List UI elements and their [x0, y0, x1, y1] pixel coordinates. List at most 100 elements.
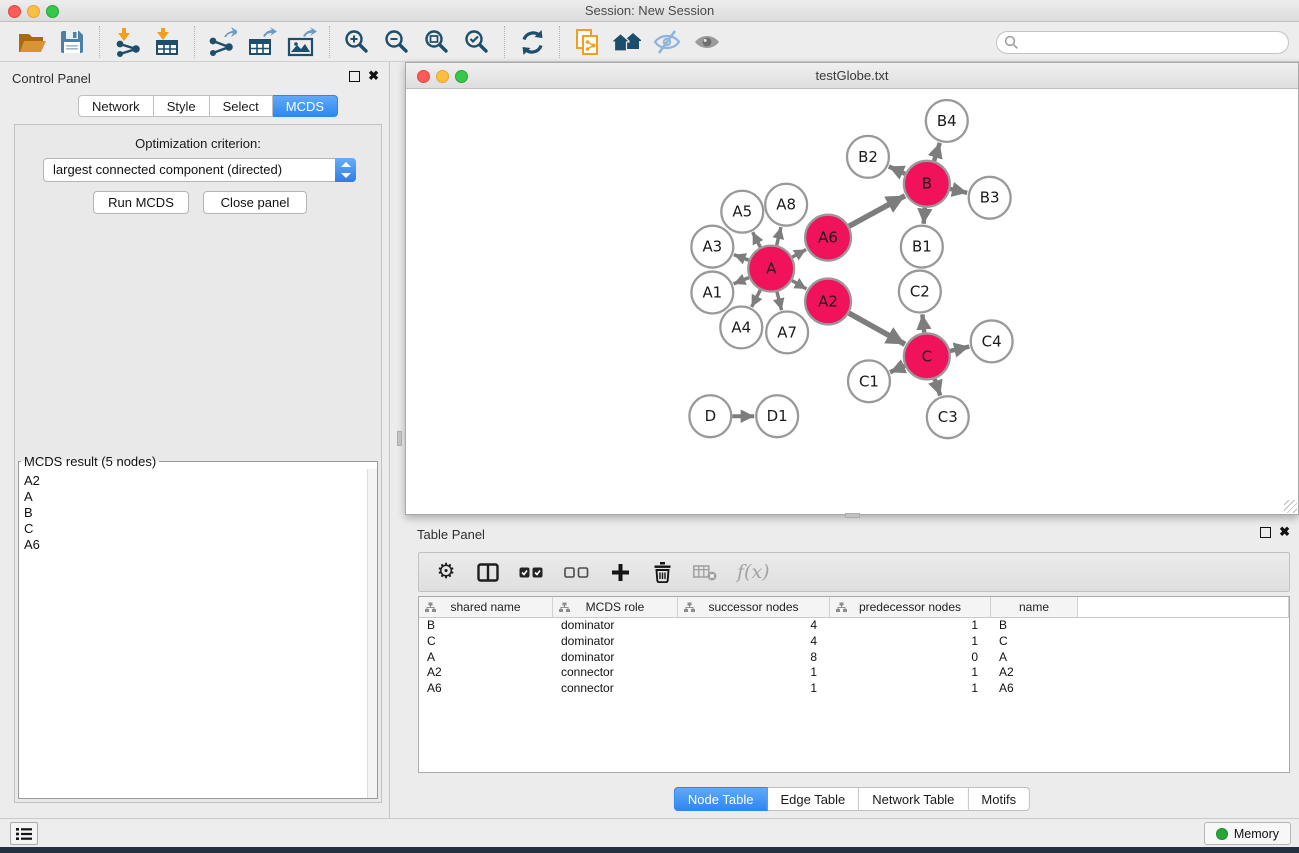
- cell-mcds-role[interactable]: dominator: [553, 618, 678, 634]
- node-C2[interactable]: C2: [899, 271, 941, 313]
- function-builder-icon[interactable]: f(x): [737, 559, 770, 585]
- split-pane-handle-horizontal[interactable]: [845, 513, 860, 518]
- cell-shared-name[interactable]: B: [419, 618, 553, 634]
- zoom-in-icon[interactable]: [337, 25, 377, 59]
- cell-shared-name[interactable]: A: [419, 650, 553, 666]
- cell-predecessor-nodes[interactable]: 1: [830, 665, 991, 681]
- sort-column-icon[interactable]: [836, 602, 847, 613]
- node-A6[interactable]: A6: [805, 215, 851, 261]
- cell-predecessor-nodes[interactable]: 1: [830, 618, 991, 634]
- select-all-icon[interactable]: [519, 559, 544, 585]
- export-network-icon[interactable]: [202, 25, 242, 59]
- cell-successor-nodes[interactable]: 4: [678, 634, 830, 650]
- edge-B-B3[interactable]: [950, 189, 967, 193]
- edge-B-B2[interactable]: [889, 166, 905, 173]
- cell-successor-nodes[interactable]: 8: [678, 650, 830, 666]
- cell-predecessor-nodes[interactable]: 1: [830, 681, 991, 697]
- import-network-icon[interactable]: [107, 25, 147, 59]
- cell-predecessor-nodes[interactable]: 0: [830, 650, 991, 666]
- cell-mcds-role[interactable]: connector: [553, 665, 678, 681]
- tab-node-table[interactable]: Node Table: [674, 787, 768, 811]
- cell-successor-nodes[interactable]: 1: [678, 665, 830, 681]
- node-C[interactable]: C: [904, 333, 950, 379]
- edge-A6-B[interactable]: [849, 196, 905, 226]
- column-header-shared-name[interactable]: shared name: [419, 597, 553, 617]
- edge-A-A8[interactable]: [777, 227, 781, 245]
- edge-A-A5[interactable]: [753, 232, 761, 247]
- edge-A-A3[interactable]: [734, 255, 749, 261]
- table-row[interactable]: Cdominator41C: [419, 634, 1289, 650]
- table-row[interactable]: A6connector11A6: [419, 681, 1289, 697]
- edge-A-A6[interactable]: [792, 250, 806, 258]
- show-graphics-details-icon[interactable]: [687, 25, 727, 59]
- close-window-button[interactable]: [8, 5, 21, 18]
- edge-B-B1[interactable]: [924, 208, 925, 224]
- mcds-result-item[interactable]: C: [24, 521, 367, 537]
- export-image-icon[interactable]: [282, 25, 322, 59]
- split-pane-handle-vertical[interactable]: [397, 431, 402, 446]
- node-B2[interactable]: B2: [847, 136, 889, 178]
- edge-C-C3[interactable]: [935, 379, 941, 396]
- edge-B-B4[interactable]: [934, 143, 940, 161]
- node-C3[interactable]: C3: [927, 396, 969, 438]
- node-C4[interactable]: C4: [971, 320, 1013, 362]
- memory-button[interactable]: Memory: [1204, 822, 1291, 845]
- zoom-out-icon[interactable]: [377, 25, 417, 59]
- cell-name[interactable]: A: [991, 650, 1078, 666]
- cell-mcds-role[interactable]: connector: [553, 681, 678, 697]
- save-session-icon[interactable]: [52, 25, 92, 59]
- open-file-icon[interactable]: [12, 25, 52, 59]
- edge-A2-C[interactable]: [849, 313, 905, 344]
- mcds-result-item[interactable]: A6: [24, 537, 367, 553]
- table-settings-icon[interactable]: ⚙: [435, 559, 457, 585]
- node-A7[interactable]: A7: [766, 311, 808, 353]
- import-table-icon[interactable]: [147, 25, 187, 59]
- cell-mcds-role[interactable]: dominator: [553, 634, 678, 650]
- node-A2[interactable]: A2: [805, 279, 851, 325]
- maximize-window-button[interactable]: [46, 5, 59, 18]
- cell-mcds-role[interactable]: dominator: [553, 650, 678, 666]
- delete-table-icon[interactable]: [693, 559, 717, 585]
- table-row[interactable]: Adominator80A: [419, 650, 1289, 666]
- refresh-icon[interactable]: [512, 25, 552, 59]
- float-panel-icon[interactable]: [349, 71, 360, 82]
- zoom-selected-icon[interactable]: [457, 25, 497, 59]
- edge-A-A4[interactable]: [752, 290, 761, 307]
- minimize-window-button[interactable]: [27, 5, 40, 18]
- edge-C-C1[interactable]: [890, 366, 905, 372]
- show-panels-list-button[interactable]: [10, 822, 38, 845]
- table-row[interactable]: A2connector11A2: [419, 665, 1289, 681]
- cell-name[interactable]: A2: [991, 665, 1078, 681]
- edge-A-A7[interactable]: [777, 292, 782, 310]
- node-B4[interactable]: B4: [926, 100, 968, 142]
- mcds-result-item[interactable]: A: [24, 489, 367, 505]
- column-header-name[interactable]: name: [991, 597, 1078, 617]
- float-table-panel-icon[interactable]: [1260, 527, 1271, 538]
- tab-style[interactable]: Style: [154, 95, 210, 117]
- cell-shared-name[interactable]: A6: [419, 681, 553, 697]
- node-A4[interactable]: A4: [720, 306, 762, 348]
- node-D[interactable]: D: [689, 395, 731, 437]
- tab-network[interactable]: Network: [78, 95, 154, 117]
- node-table[interactable]: shared nameMCDS rolesuccessor nodesprede…: [418, 596, 1290, 773]
- cell-predecessor-nodes[interactable]: 1: [830, 634, 991, 650]
- node-B[interactable]: B: [904, 161, 950, 207]
- close-panel-icon[interactable]: ✖: [368, 68, 379, 84]
- node-A5[interactable]: A5: [721, 191, 763, 233]
- cell-shared-name[interactable]: C: [419, 634, 553, 650]
- mcds-result-item[interactable]: A2: [24, 473, 367, 489]
- node-A[interactable]: A: [748, 246, 794, 292]
- run-mcds-button[interactable]: Run MCDS: [93, 191, 189, 214]
- node-B3[interactable]: B3: [969, 177, 1011, 219]
- sort-column-icon[interactable]: [559, 602, 570, 613]
- hide-graphics-details-icon[interactable]: [647, 25, 687, 59]
- sort-column-icon[interactable]: [684, 602, 695, 613]
- home-icon[interactable]: [607, 25, 647, 59]
- close-table-panel-icon[interactable]: ✖: [1279, 524, 1290, 540]
- tab-mcds[interactable]: MCDS: [273, 95, 338, 117]
- search-input[interactable]: [996, 31, 1289, 54]
- edge-C-C4[interactable]: [950, 347, 969, 351]
- column-header-successor-nodes[interactable]: successor nodes: [678, 597, 830, 617]
- tab-network-table[interactable]: Network Table: [859, 787, 968, 811]
- window-resize-grip[interactable]: [1284, 500, 1297, 513]
